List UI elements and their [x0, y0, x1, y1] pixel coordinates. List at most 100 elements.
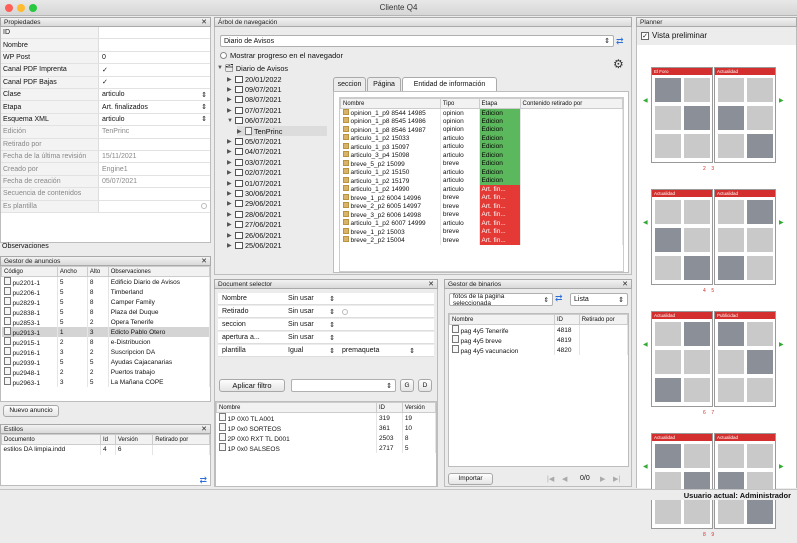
- column-header[interactable]: Versión: [114, 434, 154, 445]
- table-row[interactable]: breve_1_p2 6004 14996 breve Art. fin...: [340, 193, 623, 202]
- filter-extra-select[interactable]: premaqueta ⇕: [338, 347, 418, 355]
- tree-date[interactable]: ▼ 06/07/2021: [227, 116, 282, 126]
- table-row[interactable]: pu2948-1 2 2 Puertos trabajo: [1, 367, 210, 377]
- close-icon[interactable]: ✕: [201, 257, 207, 266]
- expand-icon[interactable]: ▶: [227, 148, 235, 155]
- show-progress-option[interactable]: Mostrar progreso en el navegador: [220, 51, 343, 60]
- filter-select[interactable]: Sin usar ⇕: [288, 334, 338, 342]
- refresh-icon[interactable]: ⇄: [616, 36, 624, 47]
- tab-entidad-informacion[interactable]: Entidad de información: [402, 77, 497, 91]
- table-row[interactable]: pu2913-1 1 3 Edicto Pablo Otero: [1, 327, 210, 337]
- table-row[interactable]: pu2915-1 2 8 e-Distribucion: [1, 337, 210, 347]
- dropdown-icon[interactable]: ⇕: [201, 91, 207, 99]
- column-header[interactable]: ID: [376, 402, 403, 413]
- tree-date[interactable]: ▶ 26/06/2021: [227, 230, 282, 240]
- tree-date[interactable]: ▶ 05/07/2021: [227, 136, 282, 146]
- expand-icon[interactable]: ▶: [227, 96, 235, 103]
- right-handle-icon[interactable]: ▶: [779, 463, 784, 470]
- expand-icon[interactable]: ▶: [237, 128, 245, 135]
- filter-select[interactable]: Igual ⇕: [288, 347, 338, 355]
- right-handle-icon[interactable]: ▶: [779, 219, 784, 226]
- column-header[interactable]: Alto: [86, 266, 109, 277]
- page-spread[interactable]: Actualidad Actualidad 8 9 ◀ ▶: [643, 433, 784, 543]
- table-row[interactable]: estilos DA limpia.indd 4 6: [1, 444, 210, 455]
- left-handle-icon[interactable]: ◀: [643, 97, 648, 104]
- table-row[interactable]: articulo_1_p2 15033 articulo Edicion: [340, 134, 623, 143]
- expand-icon[interactable]: ▶: [227, 159, 235, 166]
- page-thumbnail[interactable]: Actualidad: [651, 189, 713, 285]
- table-row[interactable]: opinion_1_p9 8544 14985 opinion Edicion: [340, 108, 623, 117]
- table-row[interactable]: articulo_1_p2 15179 articulo Edicion: [340, 176, 623, 185]
- close-icon[interactable]: ✕: [201, 425, 207, 434]
- expand-icon[interactable]: ▶: [227, 190, 235, 197]
- tree-date[interactable]: ▶ 28/06/2021: [227, 209, 282, 219]
- import-button[interactable]: Importar: [448, 473, 493, 485]
- tab-seccion[interactable]: seccion: [333, 77, 366, 91]
- property-value[interactable]: articulo ⇕: [99, 114, 210, 125]
- pager-next-icon[interactable]: ▶: [600, 475, 605, 483]
- table-row[interactable]: opinion_1_p8 8545 14986 opinion Edicion: [340, 117, 623, 126]
- left-handle-icon[interactable]: ◀: [643, 219, 648, 226]
- column-header[interactable]: Id: [99, 434, 116, 445]
- dropdown-icon[interactable]: ⇕: [329, 347, 335, 355]
- expand-icon[interactable]: ▶: [227, 200, 235, 207]
- new-ad-button[interactable]: Nuevo anuncio: [3, 405, 59, 417]
- tree-date[interactable]: ▶ 03/07/2021: [227, 157, 282, 167]
- g-button[interactable]: G: [400, 379, 414, 392]
- page-spread[interactable]: Actualidad Actualidad 4 5 ◀ ▶: [643, 189, 784, 299]
- tree-date[interactable]: ▶ 27/06/2021: [227, 220, 282, 230]
- table-row[interactable]: pu2201-1 5 8 Edificio Diario de Avisos: [1, 276, 210, 287]
- refresh-icon[interactable]: ⇄: [555, 293, 563, 304]
- column-header[interactable]: Nombre: [449, 314, 555, 325]
- expand-icon[interactable]: ▶: [227, 138, 235, 145]
- expand-icon[interactable]: ▶: [227, 242, 235, 249]
- page-thumbnail[interactable]: Actualidad: [651, 311, 713, 407]
- property-value[interactable]: Art. finalizados ⇕: [99, 101, 210, 112]
- pager-first-icon[interactable]: |◀: [547, 475, 554, 483]
- page-thumbnail[interactable]: Actualidad: [651, 433, 713, 529]
- expand-icon[interactable]: ▶: [227, 76, 235, 83]
- saved-filter-select[interactable]: ⇕: [291, 379, 396, 392]
- page-thumbnail[interactable]: Actualidad: [714, 67, 776, 163]
- gear-icon[interactable]: ⚙: [613, 57, 624, 71]
- expand-icon[interactable]: ▶: [227, 232, 235, 239]
- table-row[interactable]: pag 4y5 Tenerife 4818: [449, 324, 629, 335]
- preview-checkbox[interactable]: ✓ Vista preliminar: [641, 31, 707, 40]
- pager-prev-icon[interactable]: ◀: [562, 475, 567, 483]
- table-row[interactable]: breve_2_p2 6005 14997 breve Art. fin...: [340, 202, 623, 211]
- view-mode-select[interactable]: Lista ⇕: [570, 293, 628, 306]
- left-handle-icon[interactable]: ◀: [643, 463, 648, 470]
- table-row[interactable]: pu2853-1 5 2 Opera Tenerife: [1, 317, 210, 327]
- dropdown-icon[interactable]: ⇕: [329, 308, 335, 316]
- column-header[interactable]: ID: [554, 314, 580, 325]
- column-header[interactable]: Retirado por: [578, 314, 629, 325]
- tree-date[interactable]: ▶ 20/01/2022: [227, 74, 282, 84]
- close-icon[interactable]: ✕: [201, 18, 207, 27]
- table-row[interactable]: breve_1_p2 15003 breve Art. fin...: [340, 227, 623, 236]
- dropdown-icon[interactable]: ⇕: [329, 321, 335, 329]
- table-row[interactable]: 1P 0x0 SALSEOS 2717 5: [216, 443, 437, 453]
- table-row[interactable]: breve_3_p2 6006 14998 breve Art. fin...: [340, 210, 623, 219]
- publication-select[interactable]: Diario de Avisos ⇕: [220, 35, 614, 47]
- expand-icon[interactable]: ▶: [227, 180, 235, 187]
- page-thumbnail[interactable]: Actualidad: [714, 189, 776, 285]
- tree-date[interactable]: ▶ 25/06/2021: [227, 240, 282, 250]
- tree-date[interactable]: ▶ 08/07/2021: [227, 95, 282, 105]
- page-thumbnail[interactable]: Publicidad: [714, 311, 776, 407]
- column-header[interactable]: Tipo: [439, 98, 480, 109]
- page-spread[interactable]: El Foro Actualidad 2 3 ◀ ▶: [643, 67, 784, 177]
- dropdown-icon[interactable]: ⇕: [201, 103, 207, 111]
- table-row[interactable]: articulo_1_p2 14990 articulo Art. fin...: [340, 185, 623, 194]
- apply-filter-button[interactable]: Aplicar filtro: [219, 379, 285, 392]
- expand-icon[interactable]: ▶: [227, 211, 235, 218]
- filter-select[interactable]: Sin usar ⇕: [288, 321, 338, 329]
- tree-date[interactable]: ▶ 02/07/2021: [227, 168, 282, 178]
- table-row[interactable]: articulo_1_p2 6007 14999 articulo Art. fin…: [340, 219, 623, 228]
- column-header[interactable]: Etapa: [478, 98, 521, 109]
- radio-icon[interactable]: [201, 203, 207, 210]
- table-row[interactable]: articulo_1_p2 15150 articulo Edicion: [340, 168, 623, 177]
- tree-date[interactable]: ▶ 07/07/2021: [227, 105, 282, 115]
- table-row[interactable]: pag 4y5 vacunacion 4820: [449, 345, 629, 355]
- column-header[interactable]: Retirado por: [152, 434, 210, 445]
- table-row[interactable]: pu2829-1 5 8 Camper Family: [1, 297, 210, 307]
